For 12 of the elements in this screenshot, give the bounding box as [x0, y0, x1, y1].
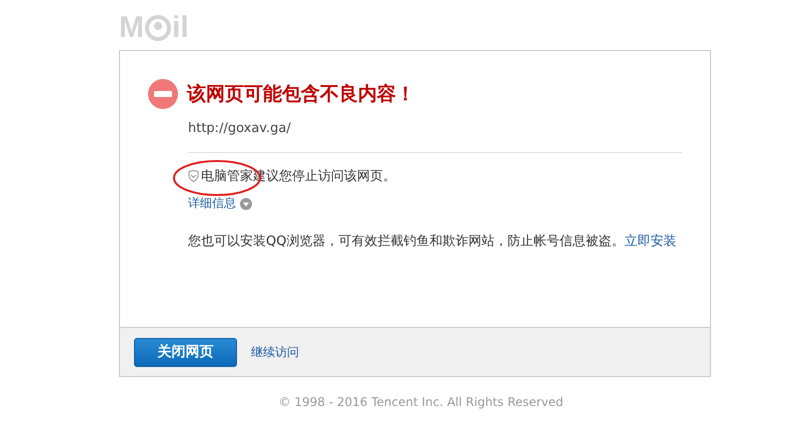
close-page-button[interactable]: 关闭网页 — [134, 338, 237, 366]
blocked-icon — [148, 79, 178, 109]
install-link[interactable]: 立即安装 — [624, 234, 676, 249]
logo-circle-icon — [145, 15, 171, 41]
details-link[interactable]: 详细信息 — [188, 195, 236, 212]
expand-icon[interactable] — [240, 198, 252, 210]
install-text: 您也可以安装QQ浏览器，可有效拦截钓鱼和欺诈网站，防止帐号信息被盗。立即安装 — [188, 233, 678, 250]
site-url: http://goxav.ga/ — [188, 121, 292, 136]
warning-title: 该网页可能包含不良内容！ — [187, 82, 415, 107]
continue-link[interactable]: 继续访问 — [251, 344, 299, 360]
copyright-text: © 1998 - 2016 Tencent Inc. All Rights Reserved — [278, 395, 564, 409]
shield-icon — [188, 170, 199, 182]
